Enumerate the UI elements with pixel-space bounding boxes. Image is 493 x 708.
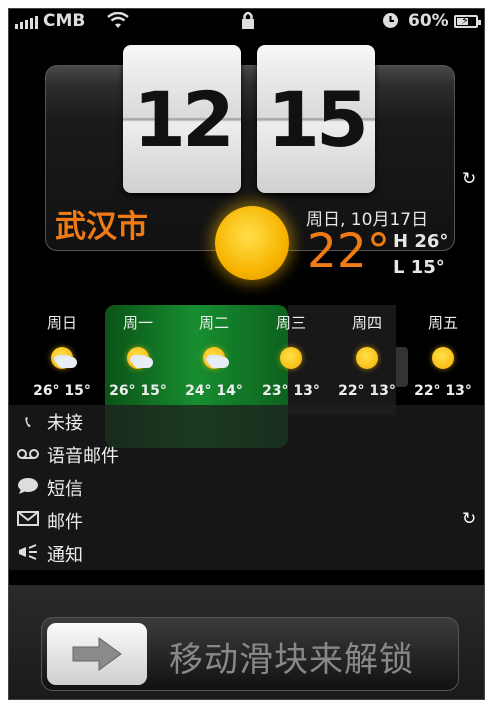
forecast-day-name: 周二 — [198, 314, 229, 332]
sunny-icon — [215, 206, 289, 280]
unlock-slider-text: 移动滑块来解锁 — [169, 640, 414, 680]
forecast-day-name: 周五 — [427, 314, 458, 332]
battery-percentage: 60% — [408, 11, 449, 31]
city-name: 武汉市 — [55, 209, 148, 245]
speech-bubble-icon — [9, 477, 47, 499]
low-temperature: L 15° — [393, 257, 445, 278]
forecast-day: 周四 22° 13° — [329, 312, 405, 399]
phone-icon: 📞︎ — [25, 411, 31, 431]
alarm-clock-icon — [382, 12, 399, 34]
notification-alerts[interactable]: 通知 — [9, 537, 484, 570]
forecast-day: 周一 26° 15° — [100, 312, 176, 399]
notification-label: 语音邮件 — [47, 445, 119, 467]
current-temperature: 22° — [307, 224, 391, 279]
notification-label: 短信 — [47, 478, 83, 500]
forecast-temps: 26° 15° — [33, 383, 91, 399]
sunny-icon — [352, 343, 382, 373]
voicemail-icon — [9, 445, 47, 464]
forecast-temps: 22° 13° — [338, 383, 396, 399]
forecast-temps: 22° 13° — [414, 383, 472, 399]
forecast-day-name: 周四 — [351, 314, 382, 332]
sunny-icon — [276, 343, 306, 373]
lock-icon — [241, 11, 255, 35]
arrow-right-icon — [72, 637, 122, 671]
forecast-day: 周日 26° 15° — [24, 312, 100, 399]
notification-voicemail[interactable]: 语音邮件 — [9, 438, 484, 471]
megaphone-icon — [9, 543, 47, 564]
envelope-icon — [9, 511, 47, 530]
forecast-day-name: 周三 — [275, 314, 306, 332]
flip-clock-minute: 15 — [257, 45, 375, 193]
status-bar: CMB 60% ⚡ — [9, 9, 484, 35]
notification-label: 未接 — [47, 412, 83, 434]
unlock-slider-knob[interactable] — [47, 623, 147, 685]
wifi-icon — [107, 11, 129, 35]
partly-cloudy-icon — [47, 343, 77, 373]
partly-cloudy-icon — [199, 343, 229, 373]
forecast-temps: 24° 14° — [185, 383, 243, 399]
forecast-day: 周三 23° 13° — [253, 312, 329, 399]
forecast-day: 周五 22° 13° — [405, 312, 481, 399]
notification-sms[interactable]: 短信 — [9, 471, 484, 504]
signal-icon — [15, 15, 38, 29]
partly-cloudy-icon — [123, 343, 153, 373]
carrier-name: CMB — [43, 11, 86, 31]
forecast-temps: 23° 13° — [262, 383, 320, 399]
forecast-day-name: 周日 — [46, 314, 77, 332]
forecast-day-name: 周一 — [122, 314, 153, 332]
high-temperature: H 26° — [393, 231, 449, 252]
weather-refresh-icon[interactable]: ↻ — [462, 169, 476, 189]
notification-label: 通知 — [47, 544, 83, 566]
notification-missed-calls[interactable]: 📞︎ 未接 — [9, 405, 484, 438]
flip-clock-hour: 12 — [123, 45, 241, 193]
forecast-temps: 26° 15° — [109, 383, 167, 399]
notification-mail[interactable]: 邮件 — [9, 504, 484, 537]
forecast-day: 周二 24° 14° — [176, 312, 252, 399]
notification-refresh-icon[interactable]: ↻ — [462, 509, 476, 529]
lock-screen: CMB 60% ⚡ 12 15 ↻ 武汉市 周日, 10月17日 22° H 2… — [8, 8, 485, 700]
notification-label: 邮件 — [47, 511, 83, 533]
sunny-icon — [428, 343, 458, 373]
battery-icon: ⚡ — [454, 14, 481, 28]
